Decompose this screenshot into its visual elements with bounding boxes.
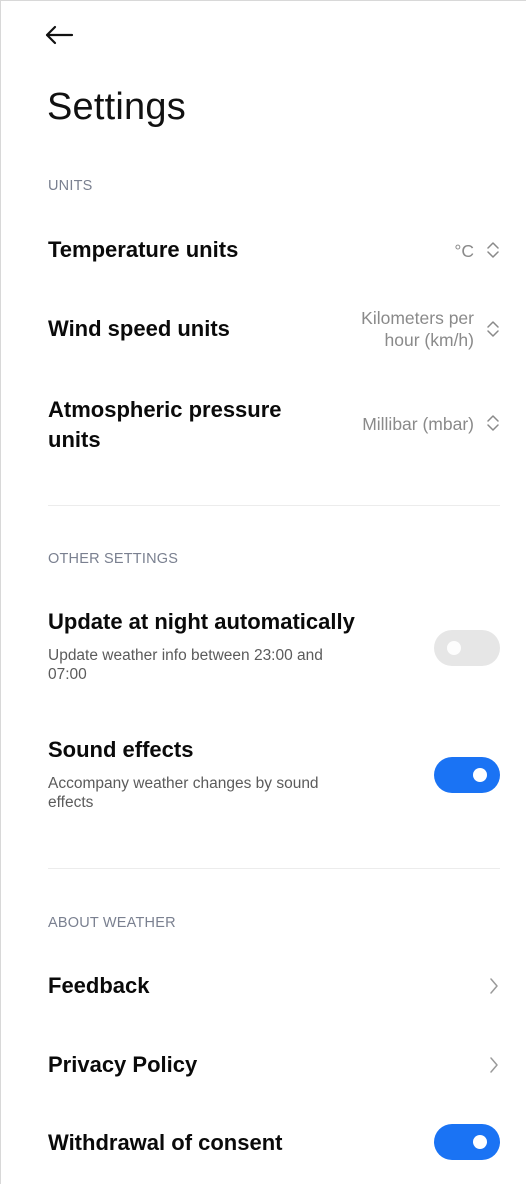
withdrawal-of-consent-label: Withdrawal of consent	[48, 1130, 283, 1155]
wind-speed-units-value-line2: hour (km/h)	[384, 330, 474, 350]
night-update-toggle[interactable]	[434, 630, 500, 666]
back-button[interactable]	[44, 20, 80, 50]
night-update-description-line2: 07:00	[48, 666, 87, 683]
chevron-right-icon	[490, 1057, 498, 1073]
temperature-units-value: °C	[454, 241, 474, 261]
toggle-knob	[473, 768, 487, 782]
section-header-about-weather: ABOUT WEATHER	[48, 915, 176, 931]
temperature-units-label: Temperature units	[48, 237, 239, 262]
section-header-units: UNITS	[48, 178, 93, 194]
divider	[48, 505, 500, 506]
toggle-knob	[447, 641, 461, 655]
up-down-chevron-icon	[487, 415, 499, 431]
feedback-label: Feedback	[48, 973, 150, 998]
wind-speed-units-value-line1: Kilometers per	[361, 308, 474, 328]
up-down-chevron-icon	[487, 242, 499, 258]
back-arrow-icon	[45, 25, 74, 45]
night-update-description-line1: Update weather info between 23:00 and	[48, 647, 323, 664]
night-update-description: Update weather info between 23:00 and 07…	[48, 646, 388, 684]
night-update-label: Update at night automatically	[48, 609, 355, 634]
wind-speed-units-value: Kilometers per hour (km/h)	[361, 307, 474, 351]
sound-effects-description-line2: effects	[48, 794, 94, 811]
pressure-units-value: Millibar (mbar)	[362, 414, 474, 434]
withdrawal-of-consent-toggle[interactable]	[434, 1124, 500, 1160]
pressure-units-label-line1: Atmospheric pressure	[48, 397, 282, 422]
wind-speed-units-label: Wind speed units	[48, 316, 230, 341]
divider	[48, 868, 500, 869]
sound-effects-description-line1: Accompany weather changes by sound	[48, 775, 319, 792]
page-title: Settings	[47, 86, 186, 128]
chevron-right-icon	[490, 978, 498, 994]
sound-effects-toggle[interactable]	[434, 757, 500, 793]
sound-effects-description: Accompany weather changes by sound effec…	[48, 774, 388, 812]
section-header-other-settings: OTHER SETTINGS	[48, 551, 179, 567]
pressure-units-label-line2: units	[48, 427, 101, 452]
privacy-policy-label: Privacy Policy	[48, 1052, 198, 1077]
toggle-knob	[473, 1135, 487, 1149]
up-down-chevron-icon	[487, 321, 499, 337]
sound-effects-label: Sound effects	[48, 737, 194, 762]
pressure-units-label: Atmospheric pressure units	[48, 395, 282, 455]
